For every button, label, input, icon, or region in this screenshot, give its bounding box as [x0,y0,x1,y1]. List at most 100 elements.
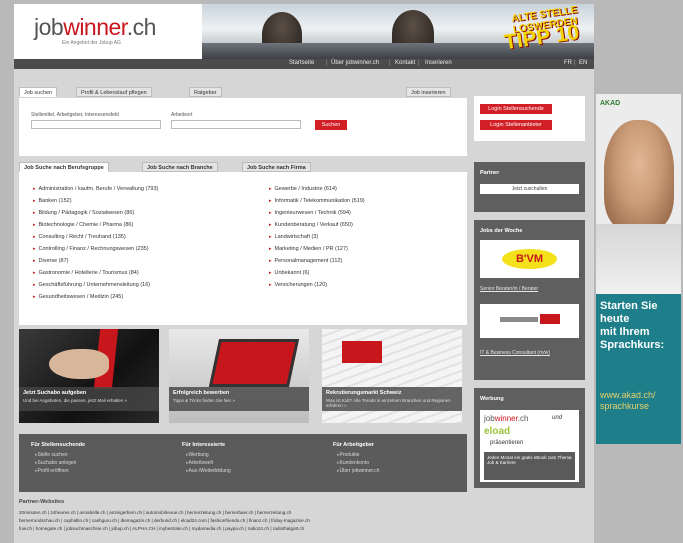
job2-logo-bar [500,317,538,322]
jobs-week-heading: Jobs der Woche [480,228,523,234]
akad-logo: AKAD [600,100,621,107]
category-link[interactable]: Marketing / Medien / PR (127) [269,246,348,252]
job1-card[interactable]: B'VM [480,240,579,278]
keyword-label: Stellentitel, Arbeitgeber, Interessensfe… [31,112,119,118]
tab-branche[interactable]: Job Suche nach Branche [142,162,218,172]
partner-sites-heading: Partner-Websites [19,499,65,505]
category-link[interactable]: Geschäftsführung / Unternehmensleitung (… [33,282,151,288]
job2-card[interactable] [480,304,579,338]
header-banner-ad[interactable]: ALTE STELLE LOSWERDEN TIPP 10 [202,4,594,59]
footer-link[interactable]: Profil eröffnen [35,468,69,474]
footer-link[interactable]: Arbeitswelt [186,460,213,466]
tab-firma[interactable]: Job Suche nach Firma [242,162,311,172]
footer-link[interactable]: Aus-/Weiterbildung [186,468,231,474]
ad-presents: präsentieren [490,440,524,446]
tile-title: Erfolgreich bewerben [173,390,230,396]
category-link[interactable]: Informatik / Telekommunikation (519) [269,198,365,204]
ad-brand-suffix: .ch [517,414,529,423]
logo-brand: winner [63,14,127,40]
tab-job-suchen[interactable]: Job suchen [19,87,58,97]
keyword-input[interactable] [31,120,161,129]
tile-subtitle: Tipps & Tricks finden Sie hier » [173,398,235,403]
category-link[interactable]: Diverse (87) [33,258,69,264]
footer-link[interactable]: Produkte [337,452,360,458]
partner-sites-links[interactable]: bernerrundschau.ch | caphaltin.ch | cash… [19,518,310,523]
search-button[interactable]: Suchen [315,120,347,130]
lang-en[interactable]: EN [579,60,587,66]
nav-startseite[interactable]: Startseite [289,60,314,66]
category-link[interactable]: Controlling / Finanz / Rechnungswesen (2… [33,246,149,252]
ad-headline-line: Starten Sie [600,300,658,312]
tile-bewerben[interactable]: Erfolgreich bewerben Tipps & Tricks find… [169,329,309,423]
tile-suchabo[interactable]: Jetzt Suchabo aufgeben Und bei Angeboten… [19,329,159,423]
chart-image [342,341,382,363]
nav-kontakt[interactable]: Kontakt [395,60,415,66]
category-link[interactable]: Unbekannt (6) [269,270,310,276]
category-link[interactable]: Bildung / Pädagogik / Sozialwesen (86) [33,210,135,216]
lang-fr[interactable]: FR [564,60,572,66]
partner-sites-links[interactable]: fuw.ch | homegate.ch | jobsuchmaschine.c… [19,526,304,531]
category-link[interactable]: Personalmanagement (112) [269,258,343,264]
login-employers-button[interactable]: Login Stellenanbieter [480,120,552,130]
page-wrapper: jobwinner.ch Ein Angebot der Jobup AG AL… [14,4,594,543]
ad-headline-line: Sprachkurs: [600,339,665,351]
job2-logo-mark [540,314,560,324]
ad-logo: jobwinner.ch [484,414,528,423]
tile-rekrutierungsmarkt[interactable]: Rekrutierungsmarkt Schweiz Was ist Kult?… [322,329,462,423]
footer-col-head: Für Stellensuchende [31,442,86,448]
category-link[interactable]: Versicherungen (120) [269,282,328,288]
ad-eload-logo: eload [484,426,511,437]
job2-link[interactable]: IT & Business Consultant (m/w) [480,350,550,356]
category-link[interactable]: Consulting / Recht / Treuhand (135) [33,234,126,240]
tile-subtitle: Was ist Kult? Alle Trends in einzelnen B… [326,398,451,408]
nav-inserieren[interactable]: Inserieren [425,60,452,66]
category-link[interactable]: Kundenberatung / Verkauf (650) [269,222,353,228]
category-link[interactable]: Administration / kaufm. Berufe / Verwalt… [33,186,159,192]
category-link[interactable]: Banken (152) [33,198,72,204]
hand-image [49,349,109,379]
sidebar-partner: Partner Jetzt zuschalten [474,162,585,212]
category-link[interactable]: Gesundheitswesen / Medizin (245) [33,294,124,300]
tile-caption: Rekrutierungsmarkt Schweiz Was ist Kult?… [322,387,462,411]
partner-button[interactable]: Jetzt zuschalten [480,184,579,194]
tile-title: Rekrutierungsmarkt Schweiz [326,390,402,396]
ad-teal-panel: Starten Sie heute mit Ihrem Sprachkurs: … [596,294,681,444]
category-link[interactable]: Gewerbe / Industrie (614) [269,186,337,192]
location-input[interactable] [171,120,301,129]
skyscraper-ad[interactable]: AKAD Starten Sie heute mit Ihrem Sprachk… [596,94,681,444]
tile-title: Jetzt Suchabo aufgeben [23,390,87,396]
partner-sites-links[interactable]: 20minuten.ch | 24heures.ch | annabelle.c… [19,510,291,515]
ad-headline: Starten Sie heute mit Ihrem Sprachkurs: [600,300,664,352]
job1-link[interactable]: Senior Berater/in / Berater [480,286,538,292]
ad-footer: Jeden Monat ein gratis eBook zum Thema J… [484,452,575,480]
footer-link[interactable]: Suchabo anlegen [35,460,77,466]
ad-url: www.akad.ch/ sprachkurse [600,390,656,412]
tab-ratgeber[interactable]: Ratgeber [189,87,222,97]
bvm-logo: B'VM [502,249,557,269]
sidebar-advertising: Werbung jobwinner.ch und eload präsentie… [474,388,585,488]
ad-card[interactable]: jobwinner.ch und eload präsentieren Jede… [480,410,579,482]
tab-profil[interactable]: Profil & Lebenslauf pflegen [76,87,152,97]
footer-link[interactable]: Kundenkonto [337,460,369,466]
footer-link[interactable]: Werbung [186,452,209,458]
tab-job-inserieren[interactable]: Job inserieren [406,87,451,97]
ad-headline-line: heute [600,313,630,325]
nav-ueber[interactable]: Über jobwinner.ch [331,60,379,66]
nav-separator: | [389,60,391,66]
partner-heading: Partner [480,170,500,176]
category-link[interactable]: Landwirtschaft (3) [269,234,319,240]
ad-brand: winner [494,414,518,423]
category-link[interactable]: Biotechnologie / Chemie / Pharma (86) [33,222,134,228]
footer-link[interactable]: Über jobwinner.ch [337,468,380,474]
login-seekers-button[interactable]: Login Stellensuchende [480,104,552,114]
site-logo[interactable]: jobwinner.ch [34,14,156,41]
ad-brand-prefix: job [484,414,495,423]
job-search-panel: Stellentitel, Arbeitgeber, Interessensfe… [19,98,467,156]
ad-woman-photo [604,120,674,230]
category-link[interactable]: Ingenieurwesen / Technik (594) [269,210,351,216]
footer-link[interactable]: Stelle suchen [35,452,68,458]
category-link[interactable]: Gastronomie / Hotellerie / Tourismus (84… [33,270,139,276]
ad-headline-line: mit Ihrem [600,326,650,338]
ad-url-line: sprachkurse [600,401,650,411]
tab-berufsgruppe[interactable]: Job Suche nach Berufsgruppe [19,162,109,172]
